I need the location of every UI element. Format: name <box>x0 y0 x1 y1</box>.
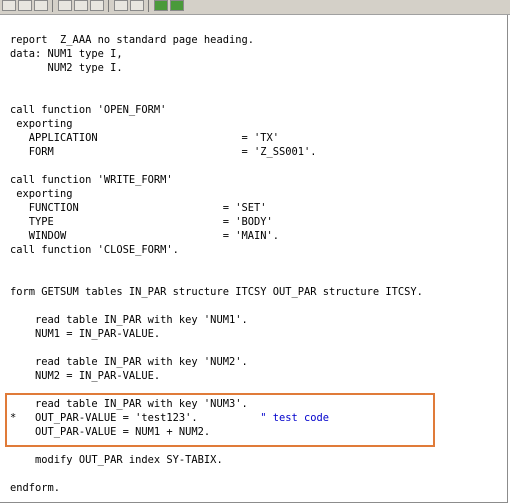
paste-icon[interactable] <box>34 0 48 11</box>
download-icon[interactable] <box>170 0 184 11</box>
highlight-box <box>5 393 435 447</box>
code-line: WINDOW = 'MAIN'. <box>10 230 279 242</box>
code-line: NUM2 = IN_PAR-VALUE. <box>10 370 161 382</box>
code-line: endform. <box>10 482 61 494</box>
code-line: modify OUT_PAR index SY-TABIX. <box>10 454 223 466</box>
code-line: FORM = 'Z_SS001'. <box>10 146 317 158</box>
code-line: call function 'CLOSE_FORM'. <box>10 244 179 256</box>
code-line: NUM1 = IN_PAR-VALUE. <box>10 328 161 340</box>
code-line: exporting <box>10 188 73 200</box>
code-line: TYPE = 'BODY' <box>10 216 273 228</box>
code-line: read table IN_PAR with key 'NUM1'. <box>10 314 248 326</box>
code-line: data: NUM1 type I, <box>10 48 123 60</box>
search-replace-icon[interactable] <box>130 0 144 11</box>
redo-icon[interactable] <box>74 0 88 11</box>
find-icon[interactable] <box>114 0 128 11</box>
code-line: read table IN_PAR with key 'NUM2'. <box>10 356 248 368</box>
code-line: FUNCTION = 'SET' <box>10 202 267 214</box>
undo-icon[interactable] <box>58 0 72 11</box>
code-line: APPLICATION = 'TX' <box>10 132 279 144</box>
copy-icon[interactable] <box>18 0 32 11</box>
toolbar-separator <box>148 0 149 12</box>
upload-icon[interactable] <box>154 0 168 11</box>
code-line: form GETSUM tables IN_PAR structure ITCS… <box>10 286 423 298</box>
save-icon[interactable] <box>2 0 16 11</box>
code-line: exporting <box>10 118 73 130</box>
toolbar-separator <box>108 0 109 12</box>
code-line: call function 'OPEN_FORM' <box>10 104 167 116</box>
print-icon[interactable] <box>90 0 104 11</box>
code-line: report Z_AAA no standard page heading. <box>10 34 254 46</box>
editor-toolbar <box>0 0 510 15</box>
code-line: call function 'WRITE_FORM' <box>10 174 173 186</box>
code-line: NUM2 type I. <box>10 62 123 74</box>
toolbar-separator <box>52 0 53 12</box>
